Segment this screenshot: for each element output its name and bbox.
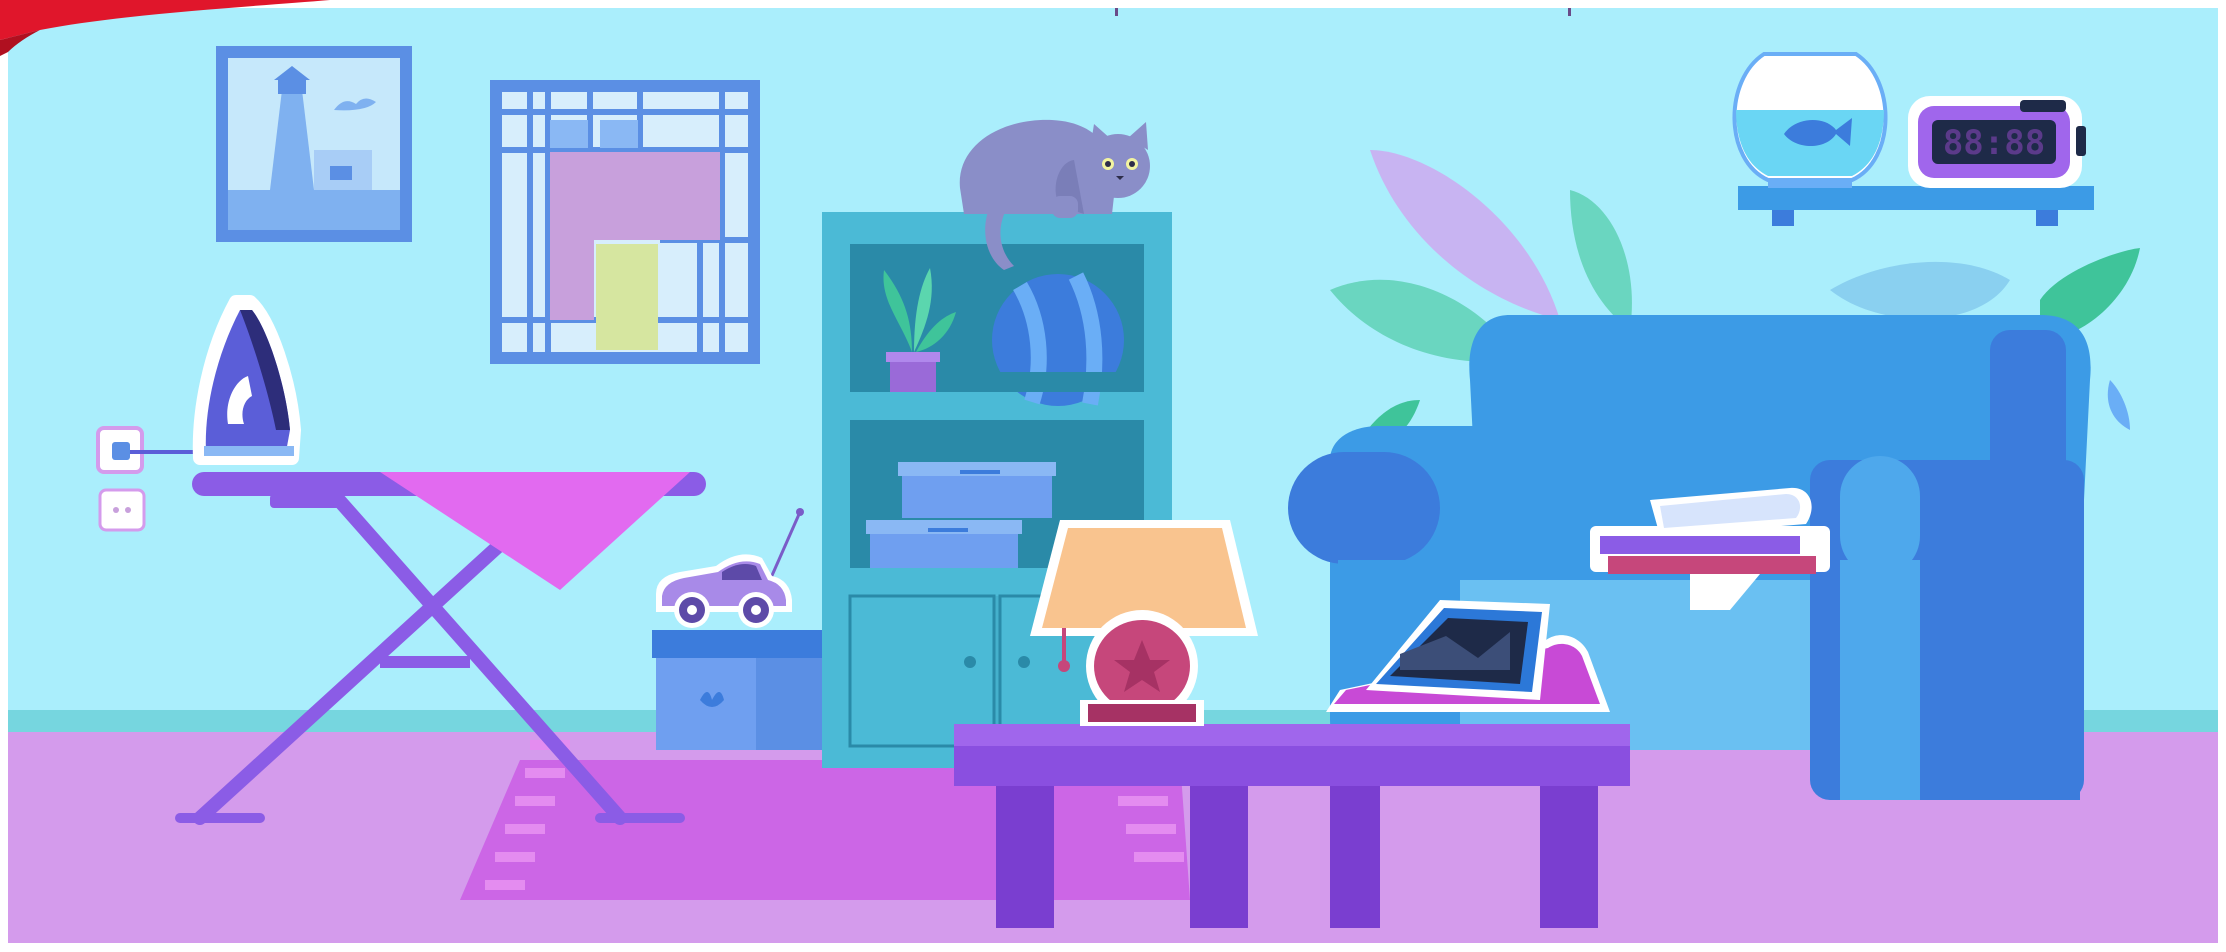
fishbowl-icon [1732,52,1888,188]
alarm-clock-icon: 88:88 [1908,96,2086,188]
clock-display: 88:88 [1943,123,2045,163]
top-mark [1115,8,1118,16]
living-room-scene: 88:88 [0,0,2226,952]
lighthouse-painting [216,46,412,242]
grid-artwork [490,80,760,364]
toy-box [652,630,828,750]
ball-icon [992,272,1124,406]
top-mark [1568,8,1571,16]
living-room-illustration: 88:88 [0,0,2226,952]
